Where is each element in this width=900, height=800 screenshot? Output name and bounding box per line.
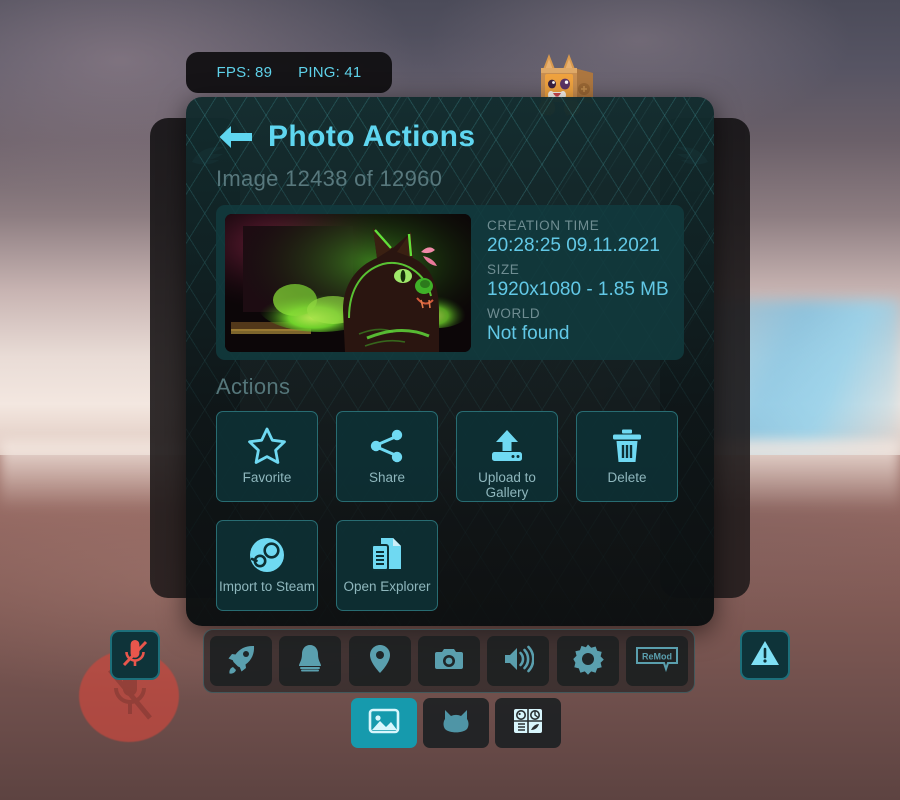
- favorite-button[interactable]: Favorite: [216, 411, 318, 502]
- import-to-steam-label: Import to Steam: [218, 579, 316, 594]
- upload-icon: [487, 424, 527, 468]
- bell-icon-button[interactable]: [279, 636, 342, 686]
- gear-icon-button[interactable]: [556, 636, 619, 686]
- photo-thumbnail[interactable]: [225, 213, 471, 352]
- camera-icon-button[interactable]: [417, 636, 480, 686]
- back-arrow-icon[interactable]: [216, 122, 254, 152]
- ping-counter: PING: 41: [298, 64, 362, 81]
- remod-label: ReMod: [642, 651, 672, 661]
- remod-icon-button[interactable]: ReMod: [625, 636, 688, 686]
- meta-label-size: SIZE: [487, 261, 520, 277]
- vr-menu-screen: FPS: 89 PING: 41 Photo Actions Image 124…: [0, 0, 900, 800]
- quick-menu-toolbar: ReMod: [203, 629, 695, 693]
- star-icon: [247, 424, 287, 468]
- fps-counter: FPS: 89: [216, 64, 273, 81]
- image-icon: [368, 707, 400, 740]
- rocket-icon-button[interactable]: [210, 636, 272, 686]
- meta-label-creation-time: CREATION TIME: [487, 217, 600, 233]
- tab-photos[interactable]: [351, 698, 417, 748]
- camera-icon: [433, 643, 465, 680]
- location-pin-icon-button[interactable]: [348, 636, 411, 686]
- share-label: Share: [368, 470, 406, 485]
- upload-to-gallery-label: Upload to Gallery: [478, 470, 536, 500]
- mic-muted-icon: [120, 637, 150, 674]
- photo-info-card: CREATION TIME 20:28:25 09.11.2021 SIZE 1…: [216, 205, 684, 360]
- emoji-grid-icon: [513, 707, 543, 740]
- mic-muted-button[interactable]: [110, 630, 160, 680]
- trash-icon: [607, 424, 647, 468]
- image-counter: Image 12438 of 12960: [216, 166, 443, 191]
- open-explorer-button[interactable]: Open Explorer: [336, 520, 438, 611]
- share-icon: [367, 424, 407, 468]
- menu-tabs: [351, 698, 561, 748]
- rocket-icon: [225, 643, 257, 680]
- remod-icon: ReMod: [635, 646, 679, 677]
- speaker-icon: [502, 643, 535, 680]
- photo-metadata: CREATION TIME 20:28:25 09.11.2021 SIZE 1…: [471, 217, 669, 349]
- delete-label: Delete: [607, 470, 647, 485]
- file-explorer-icon: [367, 533, 407, 577]
- cat-head-icon: [440, 707, 472, 740]
- panel-header: Photo Actions: [216, 113, 684, 161]
- meta-label-world: WORLD: [487, 305, 541, 321]
- actions-heading: Actions: [216, 374, 291, 399]
- upload-to-gallery-button[interactable]: Upload to Gallery: [456, 411, 558, 502]
- warning-button[interactable]: [740, 630, 790, 680]
- photo-actions-panel: Photo Actions Image 12438 of 12960 CREAT…: [186, 97, 714, 626]
- performance-hud: FPS: 89 PING: 41: [186, 52, 392, 93]
- bell-icon: [294, 643, 326, 680]
- favorite-label: Favorite: [242, 470, 292, 485]
- warning-triangle-icon: [750, 639, 780, 672]
- import-to-steam-button[interactable]: Import to Steam: [216, 520, 318, 611]
- meta-value-creation-time: 20:28:25 09.11.2021: [487, 234, 660, 256]
- delete-button[interactable]: Delete: [576, 411, 678, 502]
- speaker-icon-button[interactable]: [487, 636, 550, 686]
- steam-icon: [247, 533, 287, 577]
- gear-icon: [572, 643, 604, 680]
- page-title: Photo Actions: [268, 120, 476, 153]
- open-explorer-label: Open Explorer: [343, 579, 431, 594]
- meta-value-world: Not found: [487, 322, 570, 344]
- share-button[interactable]: Share: [336, 411, 438, 502]
- actions-grid: Favorite Share Upload to Gallery Delete …: [216, 411, 684, 611]
- meta-value-size: 1920x1080 - 1.85 MB: [487, 278, 669, 300]
- tab-emoji[interactable]: [495, 698, 561, 748]
- location-pin-icon: [364, 643, 396, 680]
- tab-avatar[interactable]: [423, 698, 489, 748]
